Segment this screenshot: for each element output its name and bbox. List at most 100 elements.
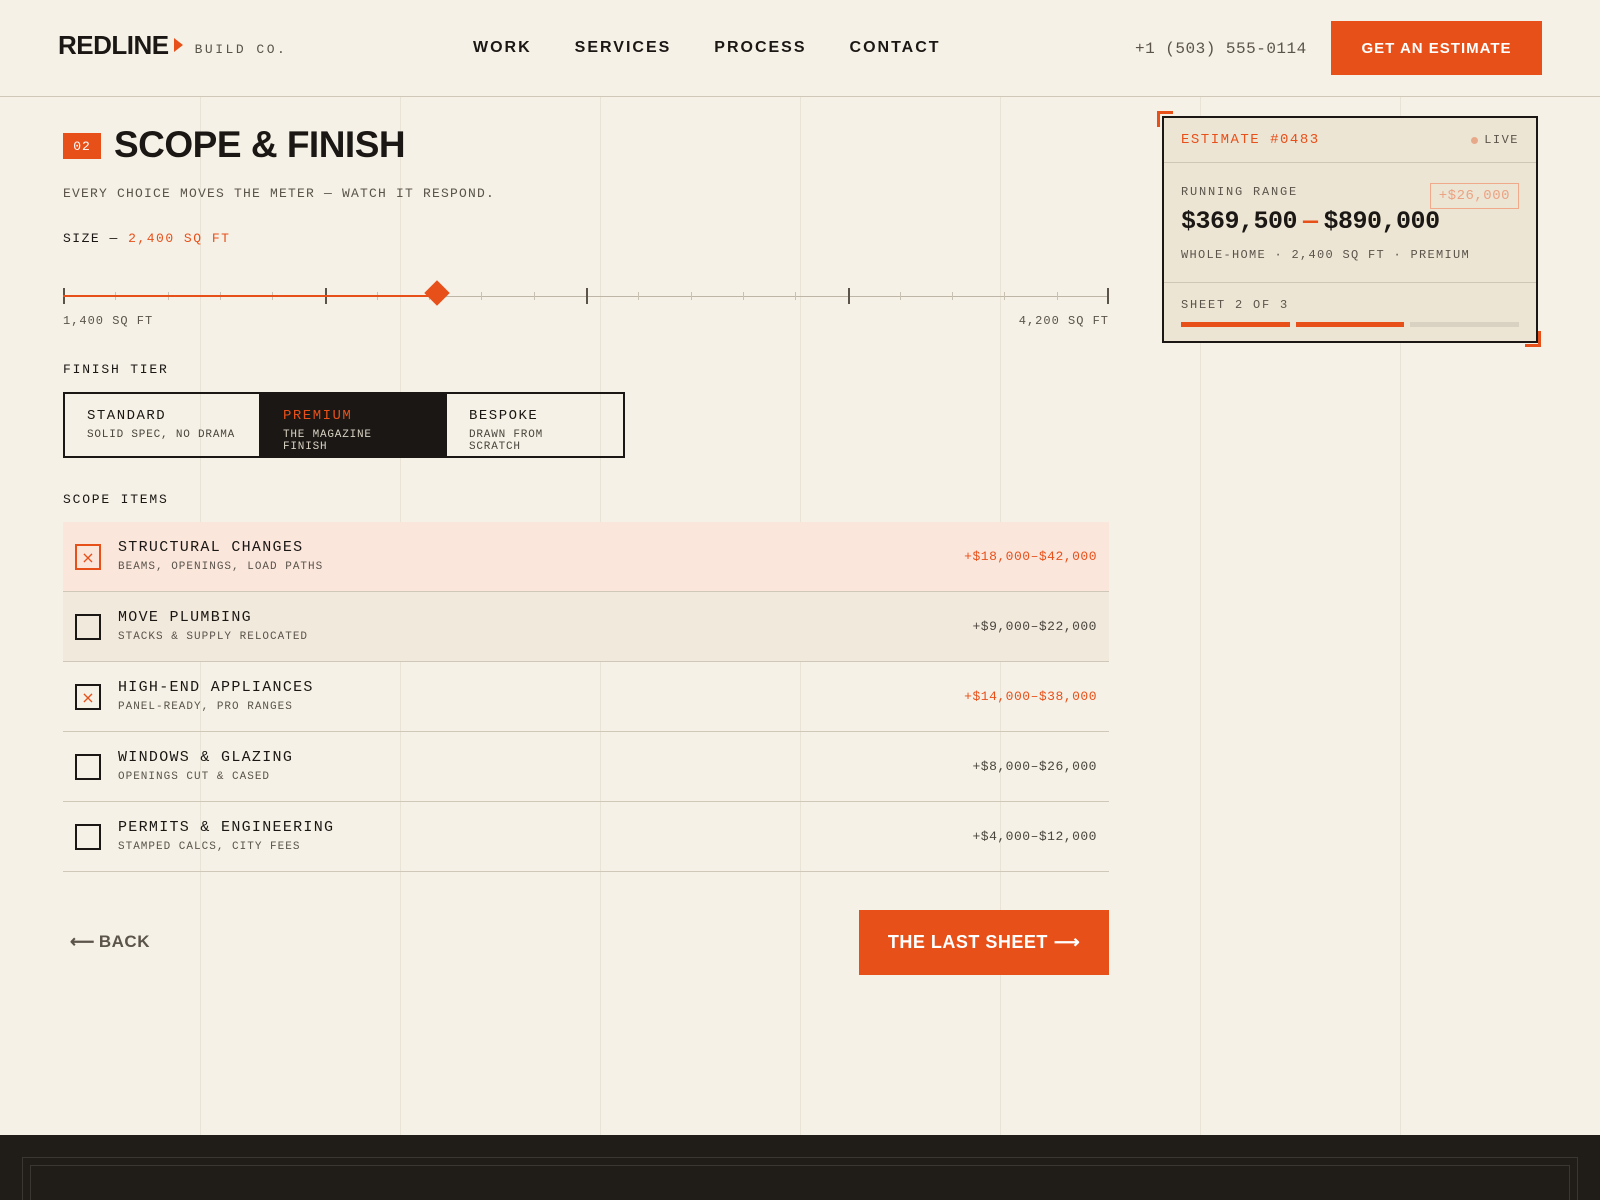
get-estimate-button[interactable]: GET AN ESTIMATE [1331, 21, 1542, 75]
slider-major-tick [1107, 288, 1109, 304]
sheet-progress-segment [1295, 322, 1405, 327]
scope-item-price: +$14,000–$38,000 [964, 689, 1097, 704]
scope-item-name: MOVE PLUMBING [118, 609, 252, 626]
sheet-progress-label: SHEET 2 OF 3 [1181, 298, 1290, 312]
tier-desc: THE MAGAZINE FINISH [283, 429, 372, 453]
tier-standard[interactable]: STANDARD SOLID SPEC, NO DRAMA [65, 394, 259, 456]
tier-name: PREMIUM [283, 408, 353, 424]
scope-item-name: STRUCTURAL CHANGES [118, 539, 304, 556]
scope-item-text: STRUCTURAL CHANGES BEAMS, OPENINGS, LOAD… [118, 539, 323, 573]
estimate-card-body: RUNNING RANGE +$26,000 $369,500— $890,000… [1164, 163, 1536, 283]
slider-tick [1004, 292, 1005, 300]
tier-desc: DRAWN FROM SCRATCH [469, 429, 544, 453]
tier-desc: SOLID SPEC, NO DRAMA [87, 429, 236, 441]
brand-name: REDLINE [58, 30, 169, 60]
slider-tick [795, 292, 796, 300]
scope-item-move-plumbing[interactable]: MOVE PLUMBING STACKS & SUPPLY RELOCATED … [63, 592, 1109, 662]
nav-services[interactable]: SERVICES [575, 39, 672, 57]
brand-logo[interactable]: REDLINE BUILD CO. [58, 32, 287, 58]
scope-item-name: HIGH-END APPLIANCES [118, 679, 314, 696]
slider-fill [63, 295, 437, 297]
nav-contact[interactable]: CONTACT [850, 39, 941, 57]
slider-tick [743, 292, 744, 300]
scope-item-price: +$9,000–$22,000 [972, 619, 1097, 634]
size-value: 2,400 SQ FT [128, 231, 231, 246]
checkbox[interactable] [75, 824, 101, 850]
arrow-left-icon: ⟵ [70, 932, 95, 951]
tier-bespoke[interactable]: BESPOKE DRAWN FROM SCRATCH [445, 394, 623, 456]
scope-item-price: +$8,000–$26,000 [972, 759, 1097, 774]
next-label: THE LAST SHEET [887, 932, 1048, 952]
scope-item-name: PERMITS & ENGINEERING [118, 819, 335, 836]
scope-item-text: MOVE PLUMBING STACKS & SUPPLY RELOCATED [118, 609, 308, 643]
site-header: REDLINE BUILD CO. WORK SERVICES PROCESS … [0, 0, 1600, 97]
scope-item-structural-changes[interactable]: × STRUCTURAL CHANGES BEAMS, OPENINGS, LO… [63, 522, 1109, 592]
scope-item-permits-engineering[interactable]: PERMITS & ENGINEERING STAMPED CALCS, CIT… [63, 802, 1109, 872]
scope-item-desc: STAMPED CALCS, CITY FEES [118, 841, 301, 853]
slider-tick [534, 292, 535, 300]
slider-major-tick [586, 288, 588, 304]
live-label: LIVE [1484, 133, 1519, 147]
slider-min-label: 1,400 SQ FT [63, 314, 154, 328]
nav-process[interactable]: PROCESS [714, 39, 806, 57]
next-sheet-button[interactable]: THE LAST SHEET ⟶ [859, 910, 1109, 975]
scope-item-desc: STACKS & SUPPLY RELOCATED [118, 631, 309, 643]
checkbox-checked[interactable]: × [75, 544, 101, 570]
scope-item-windows-glazing[interactable]: WINDOWS & GLAZING OPENINGS CUT & CASED +… [63, 732, 1109, 802]
running-range-label: RUNNING RANGE [1181, 185, 1299, 199]
sheet-progress-segment [1410, 322, 1520, 327]
checkbox[interactable] [75, 614, 101, 640]
phone-number[interactable]: +1 (503) 555-0114 [1135, 40, 1307, 58]
slider-tick [481, 292, 482, 300]
brand-arrow-icon [173, 38, 183, 52]
brand-sub: BUILD CO. [194, 42, 288, 57]
estimate-card-header: ESTIMATE #0483 LIVE [1164, 118, 1536, 163]
checkbox-checked[interactable]: × [75, 684, 101, 710]
live-indicator: LIVE [1471, 133, 1519, 147]
scope-item-text: PERMITS & ENGINEERING STAMPED CALCS, CIT… [118, 819, 334, 853]
page-title: SCOPE & FINISH [114, 124, 406, 165]
scope-item-text: HIGH-END APPLIANCES PANEL-READY, PRO RAN… [118, 679, 314, 713]
scope-item-high-end-appliances[interactable]: × HIGH-END APPLIANCES PANEL-READY, PRO R… [63, 662, 1109, 732]
slider-major-tick [848, 288, 850, 304]
scope-item-desc: PANEL-READY, PRO RANGES [118, 701, 293, 713]
back-label: BACK [98, 932, 150, 951]
scope-item-text: WINDOWS & GLAZING OPENINGS CUT & CASED [118, 749, 293, 783]
slider-tick [1057, 292, 1058, 300]
scope-item-price: +$4,000–$12,000 [972, 829, 1097, 844]
back-button[interactable]: ⟵ BACK [70, 932, 150, 952]
checkbox[interactable] [75, 754, 101, 780]
estimate-card: ESTIMATE #0483 LIVE RUNNING RANGE +$26,0… [1162, 116, 1538, 343]
running-range-value: $369,500— $890,000 [1181, 207, 1440, 236]
scope-item-desc: OPENINGS CUT & CASED [118, 771, 271, 783]
scope-item-price: +$18,000–$42,000 [964, 549, 1097, 564]
finish-tier-selector: STANDARD SOLID SPEC, NO DRAMA PREMIUM TH… [63, 392, 625, 458]
slider-thumb[interactable] [424, 280, 450, 306]
delta-badge: +$26,000 [1429, 183, 1519, 209]
site-footer [0, 1135, 1600, 1200]
scope-list: × STRUCTURAL CHANGES BEAMS, OPENINGS, LO… [63, 522, 1109, 872]
slider-tick [638, 292, 639, 300]
finish-tier-label: FINISH TIER [63, 362, 169, 377]
sheet-progress-segment [1181, 322, 1290, 327]
arrow-right-icon: ⟶ [1053, 932, 1081, 952]
nav-work[interactable]: WORK [473, 39, 532, 57]
range-dash: — [1303, 207, 1318, 236]
scope-item-desc: BEAMS, OPENINGS, LOAD PATHS [118, 561, 324, 573]
size-label: SIZE — 2,400 SQ FT [63, 231, 230, 246]
slider-tick [952, 292, 953, 300]
scope-items-label: SCOPE ITEMS [63, 492, 169, 507]
tier-premium[interactable]: PREMIUM THE MAGAZINE FINISH [259, 394, 445, 456]
footer-frame-inner [30, 1165, 1570, 1200]
card-corner-mark [1525, 331, 1541, 347]
range-low: $369,500 [1181, 207, 1298, 236]
main-nav: WORK SERVICES PROCESS CONTACT [473, 39, 941, 57]
range-high: $890,000 [1323, 207, 1441, 236]
tier-name: BESPOKE [469, 408, 539, 424]
estimate-id: ESTIMATE #0483 [1181, 132, 1320, 148]
sheet-progress-bar [1181, 322, 1520, 327]
size-slider[interactable] [63, 278, 1109, 308]
live-dot-icon [1471, 136, 1479, 144]
step-number-badge: 02 [63, 133, 101, 159]
size-label-text: SIZE — [63, 231, 119, 246]
